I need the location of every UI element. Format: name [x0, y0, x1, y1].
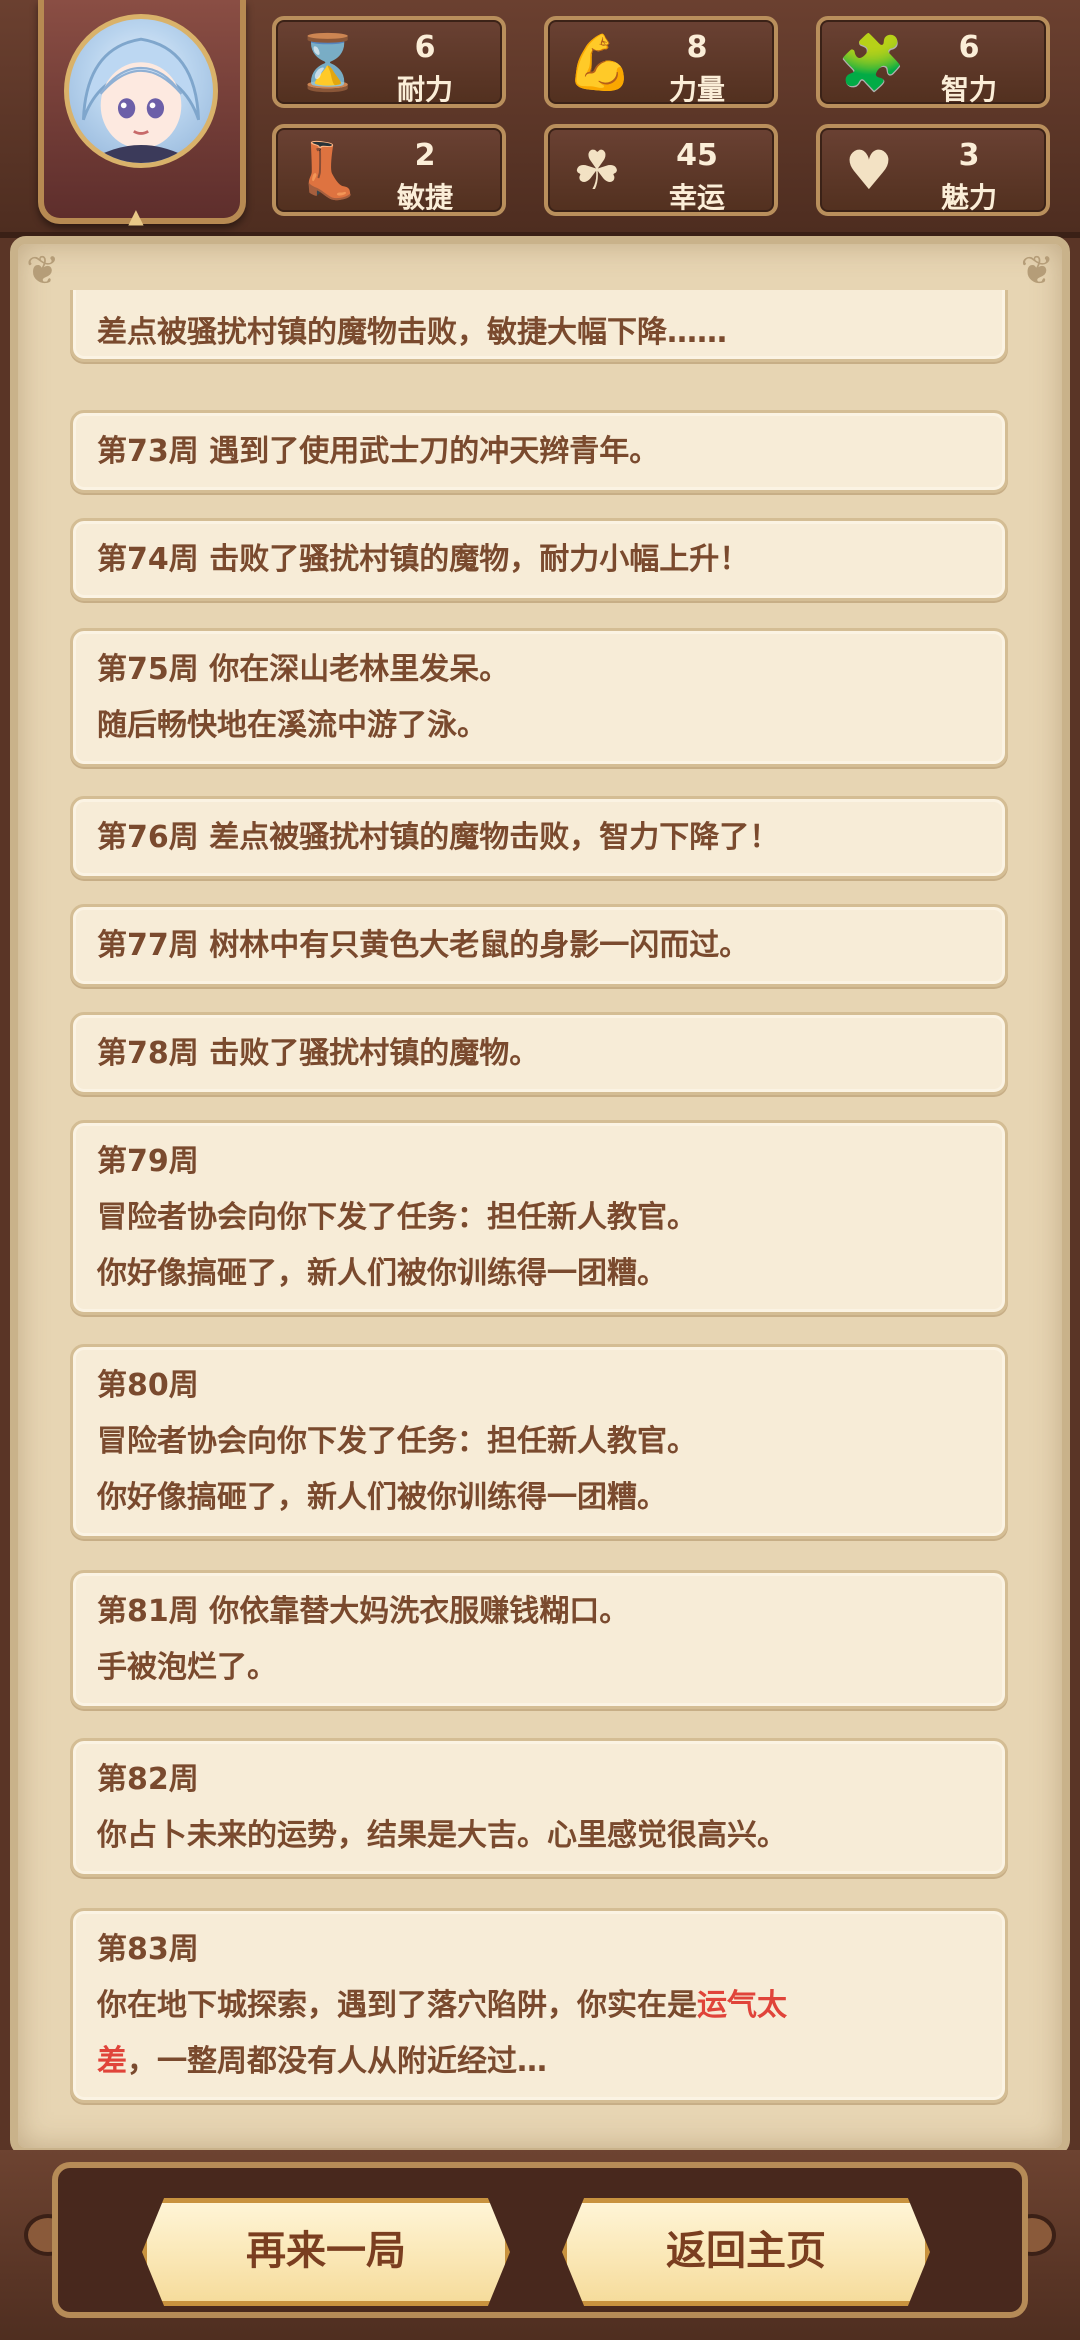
- log-entry: 第79周 冒险者协会向你下发了任务：担任新人教官。 你好像搞砸了，新人们被你训练…: [70, 1120, 1008, 1315]
- replay-button[interactable]: 再来一局: [142, 2198, 510, 2306]
- hourglass-icon: ⌛: [294, 31, 362, 94]
- puzzle-icon: 🧩: [838, 31, 906, 94]
- log-line: 你好像搞砸了，新人们被你训练得一团糟。: [97, 1256, 667, 1291]
- log-line: 你占卜未来的运势，结果是大吉。心里感觉很高兴。: [97, 1818, 787, 1853]
- stat-agility[interactable]: 👢 2 敏捷: [272, 124, 506, 216]
- log-line: 第79周: [97, 1144, 199, 1179]
- log-line: 第75周 你在深山老林里发呆。: [97, 652, 510, 687]
- log-entry: 第80周 冒险者协会向你下发了任务：担任新人教官。 你好像搞砸了，新人们被你训练…: [70, 1344, 1008, 1539]
- log-text: 你在地下城探索，遇到了落穴陷阱，你实在是: [97, 1988, 697, 2023]
- stat-label: 力量: [668, 73, 725, 106]
- log-entry: 第77周 树林中有只黄色大老鼠的身影一闪而过。: [70, 904, 1008, 987]
- chevron-up-icon: ▲: [128, 204, 144, 228]
- stat-value: 3: [958, 138, 980, 173]
- log-entry: 差点被骚扰村镇的魔物击败，敏捷大幅下降……: [70, 290, 1008, 362]
- feather-boot-icon: 👢: [294, 139, 362, 202]
- log-line: 手被泡烂了。: [97, 1650, 277, 1685]
- heart-plus-icon: ♥: [844, 139, 894, 202]
- log-entry: 第75周 你在深山老林里发呆。 随后畅快地在溪流中游了泳。: [70, 628, 1008, 767]
- highlight-text: 差: [97, 2044, 127, 2079]
- highlight-text: 运气太: [697, 1988, 787, 2023]
- log-line: 第81周 你依靠替大妈洗衣服赚钱糊口。: [97, 1594, 630, 1629]
- stat-value: 6: [414, 30, 436, 65]
- log-line: 你好像搞砸了，新人们被你训练得一团糟。: [97, 1480, 667, 1515]
- stat-label: 耐力: [396, 73, 453, 106]
- stat-intelligence[interactable]: 🧩 6 智力: [816, 16, 1050, 108]
- log-entry: 第74周 击败了骚扰村镇的魔物，耐力小幅上升！: [70, 518, 1008, 601]
- log-entry: 第73周 遇到了使用武士刀的冲天辫青年。: [70, 410, 1008, 493]
- log-entry: 第83周 你在地下城探索，遇到了落穴陷阱，你实在是运气太 差，一整周都没有人从附…: [70, 1908, 1008, 2103]
- log-line: 差点被骚扰村镇的魔物击败，敏捷大幅下降……: [97, 315, 727, 350]
- stat-label: 幸运: [668, 181, 725, 214]
- stat-strength[interactable]: 💪 8 力量: [544, 16, 778, 108]
- stat-value: 8: [686, 30, 708, 65]
- log-line: 第74周 击败了骚扰村镇的魔物，耐力小幅上升！: [97, 542, 750, 577]
- log-line: 第80周: [97, 1368, 199, 1403]
- footer-frame: 再来一局 返回主页: [52, 2162, 1028, 2318]
- event-log-scroll[interactable]: 差点被骚扰村镇的魔物击败，敏捷大幅下降…… 第73周 遇到了使用武士刀的冲天辫青…: [60, 290, 1010, 2120]
- log-line: 差，一整周都没有人从附近经过…: [97, 2034, 981, 2090]
- log-line: 第76周 差点被骚扰村镇的魔物击败，智力下降了！: [97, 820, 780, 855]
- log-entry: 第78周 击败了骚扰村镇的魔物。: [70, 1012, 1008, 1095]
- clover-icon: ☘: [572, 139, 622, 202]
- log-line: 第77周 树林中有只黄色大老鼠的身影一闪而过。: [97, 928, 750, 963]
- stat-value: 2: [414, 138, 436, 173]
- status-header: ▲ ⌛ 6 耐力 💪 8 力量 🧩 6 智力 👢 2 敏捷 ☘ 45 幸运 ♥ …: [0, 0, 1080, 238]
- log-line: 冒险者协会向你下发了任务：担任新人教官。: [97, 1424, 697, 1459]
- log-line: 冒险者协会向你下发了任务：担任新人教官。: [97, 1200, 697, 1235]
- log-line: 第82周: [97, 1762, 199, 1797]
- log-line: 随后畅快地在溪流中游了泳。: [97, 708, 487, 743]
- log-entry: 第76周 差点被骚扰村镇的魔物击败，智力下降了！: [70, 796, 1008, 879]
- log-line: 第78周 击败了骚扰村镇的魔物。: [97, 1036, 540, 1071]
- action-footer: 再来一局 返回主页: [0, 2150, 1080, 2340]
- stat-label: 智力: [940, 73, 997, 106]
- stat-value: 6: [958, 30, 980, 65]
- home-button[interactable]: 返回主页: [562, 2198, 930, 2306]
- log-line: 你在地下城探索，遇到了落穴陷阱，你实在是运气太: [97, 1978, 981, 2034]
- stat-charm[interactable]: ♥ 3 魅力: [816, 124, 1050, 216]
- log-text: ，一整周都没有人从附近经过…: [127, 2044, 547, 2079]
- avatar-frame[interactable]: ▲: [38, 0, 246, 228]
- log-line: 第83周: [97, 1932, 199, 1967]
- log-entry: 第82周 你占卜未来的运势，结果是大吉。心里感觉很高兴。: [70, 1738, 1008, 1877]
- log-entry: 第81周 你依靠替大妈洗衣服赚钱糊口。 手被泡烂了。: [70, 1570, 1008, 1709]
- ornament-icon: ❦: [1020, 248, 1054, 294]
- character-portrait-icon: [81, 37, 201, 163]
- stat-value: 45: [676, 138, 718, 173]
- muscle-arm-icon: 💪: [566, 31, 634, 94]
- stat-label: 敏捷: [396, 181, 453, 214]
- avatar[interactable]: [64, 14, 218, 168]
- stat-endurance[interactable]: ⌛ 6 耐力: [272, 16, 506, 108]
- stat-luck[interactable]: ☘ 45 幸运: [544, 124, 778, 216]
- log-line: 第73周 遇到了使用武士刀的冲天辫青年。: [97, 434, 660, 469]
- ornament-icon: ❦: [26, 248, 60, 294]
- stat-label: 魅力: [940, 181, 997, 214]
